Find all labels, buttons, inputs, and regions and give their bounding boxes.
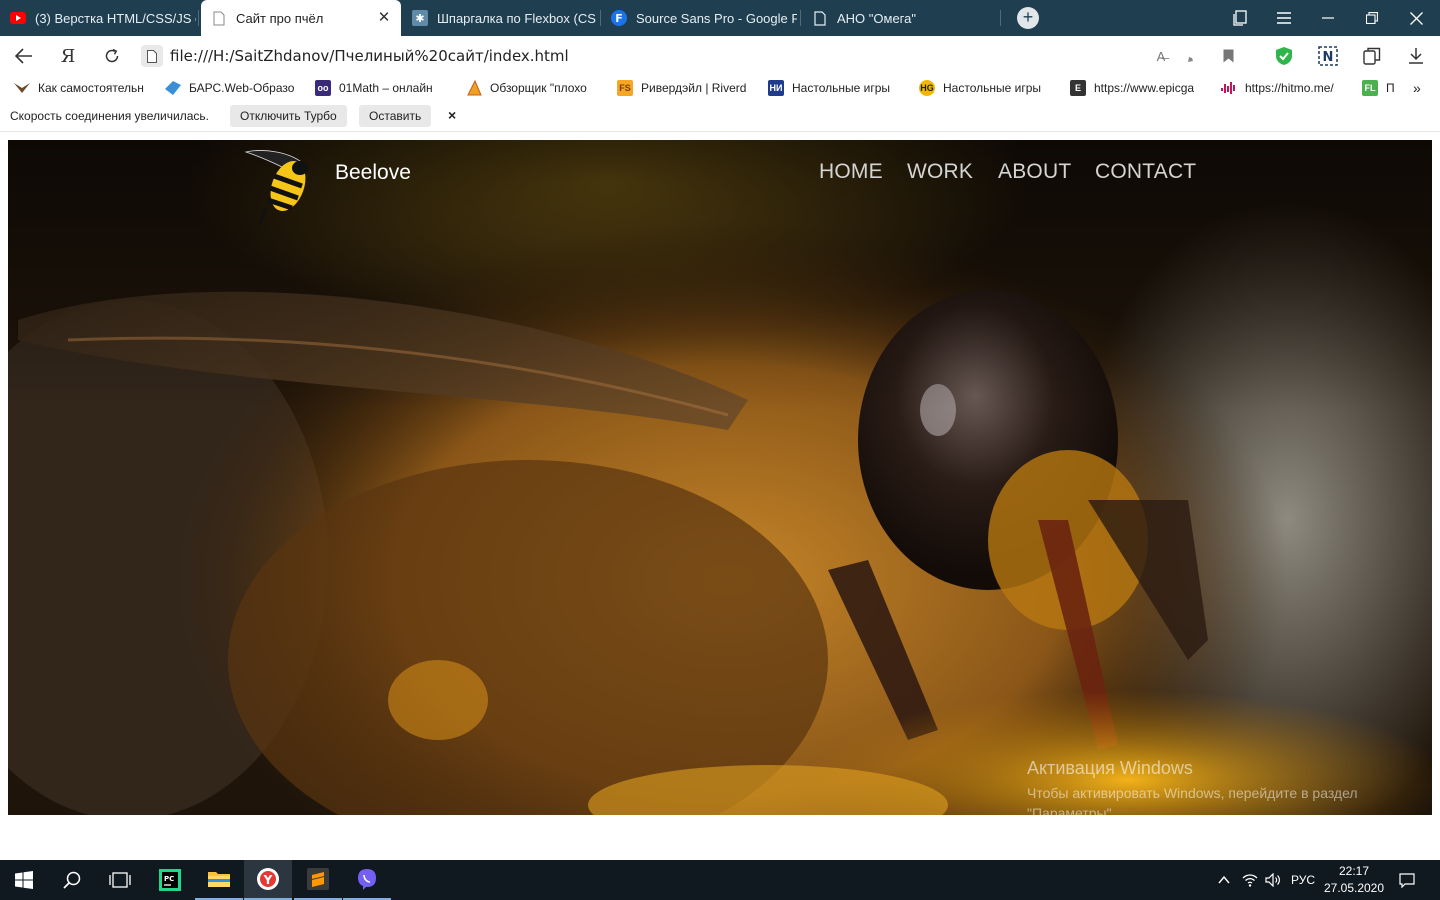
- clock-time: 22:17: [1338, 864, 1370, 878]
- file-explorer-icon[interactable]: [195, 860, 243, 900]
- collections-icon[interactable]: [1360, 44, 1384, 68]
- site-brand[interactable]: Beelove: [335, 161, 411, 185]
- bookmark-item[interactable]: НИ Настольные игры: [768, 79, 902, 97]
- svg-text:F: F: [615, 12, 623, 25]
- fl-icon: FL: [1362, 80, 1378, 96]
- nav-about[interactable]: ABOUT: [998, 160, 1071, 184]
- hero-section: Beelove HOME WORK ABOUT CONTACT: [8, 140, 1432, 815]
- new-tab-button[interactable]: +: [1017, 7, 1039, 29]
- activation-watermark-text: Чтобы активировать Windows, перейдите в …: [1027, 785, 1358, 821]
- more-bookmarks-icon[interactable]: »: [1413, 79, 1429, 97]
- nav-work[interactable]: WORK: [907, 160, 973, 184]
- system-clock[interactable]: 22:17 27.05.2020: [1320, 863, 1388, 897]
- bird-icon: [14, 80, 30, 96]
- tab-omega[interactable]: АНО "Омега": [802, 0, 998, 36]
- clock-date: 27.05.2020: [1323, 881, 1385, 895]
- bee-photo-background: [8, 140, 1432, 815]
- taskbar: PC Y РУС 22:17 27.05.2020: [0, 860, 1440, 900]
- tab-separator: [800, 10, 801, 26]
- page-icon: [812, 10, 828, 26]
- bookmark-item[interactable]: БАРС.Web-Образо: [165, 79, 299, 97]
- nav-home[interactable]: HOME: [819, 160, 883, 184]
- svg-text:PC: PC: [164, 875, 174, 883]
- volume-icon[interactable]: [1264, 860, 1282, 900]
- tab-strip: (3) Верстка HTML/CSS/JS с Сайт про пчёл …: [0, 0, 1440, 36]
- yandex-browser-icon[interactable]: Y: [244, 860, 292, 900]
- turbo-rocket-icon[interactable]: [1182, 44, 1206, 68]
- tab-title: Шпаргалка по Flexbox (CS: [437, 10, 596, 26]
- bookmark-item[interactable]: oo 01Math – онлайн: [315, 79, 449, 97]
- svg-text:N: N: [1323, 50, 1334, 65]
- notion-extension-icon[interactable]: N: [1316, 44, 1340, 68]
- tab-title: (3) Верстка HTML/CSS/JS с: [35, 10, 196, 26]
- bookmark-item[interactable]: E https://www.epicga: [1070, 79, 1204, 97]
- ng-icon: HG: [919, 80, 935, 96]
- activation-watermark-title: Активация Windows: [1027, 758, 1193, 778]
- bookmark-item[interactable]: Как самостоятельн: [14, 79, 148, 97]
- address-toolbar: Я file:///H:/SaitZhdanov/Пчелиный%20сайт…: [0, 36, 1440, 76]
- tab-title: АНО "Омега": [837, 10, 916, 26]
- bookmark-icon[interactable]: [1216, 44, 1240, 68]
- network-icon[interactable]: [1241, 860, 1259, 900]
- epic-icon: E: [1070, 80, 1086, 96]
- disable-turbo-button[interactable]: Отключить Турбо: [230, 105, 347, 127]
- owl-icon: oo: [315, 80, 331, 96]
- bee-logo-icon[interactable]: [244, 146, 320, 226]
- nav-contact[interactable]: CONTACT: [1095, 160, 1196, 184]
- tab-separator: [198, 10, 199, 26]
- wave-icon: [1221, 80, 1237, 96]
- shield-icon[interactable]: [1272, 44, 1296, 68]
- turbo-message: Скорость соединения увеличилась.: [10, 109, 209, 123]
- bookmark-item[interactable]: Обзорщик "плохо: [466, 79, 600, 97]
- restore-icon[interactable]: [1350, 0, 1394, 36]
- pizza-icon: [466, 80, 482, 96]
- close-tab-icon[interactable]: ✕: [375, 9, 393, 27]
- input-language[interactable]: РУС: [1291, 860, 1315, 900]
- tab-bees[interactable]: Сайт про пчёл ✕: [201, 0, 401, 36]
- google-fonts-icon: F: [611, 10, 627, 26]
- sublime-text-icon[interactable]: [294, 860, 342, 900]
- viber-icon[interactable]: [343, 860, 391, 900]
- yandex-logo-icon[interactable]: Я: [56, 44, 80, 68]
- close-notification-icon[interactable]: ×: [448, 107, 456, 123]
- back-arrow-icon[interactable]: [12, 44, 36, 68]
- tab-flexbox[interactable]: ✱ Шпаргалка по Flexbox (CS: [402, 0, 598, 36]
- tabs-list-icon[interactable]: [1218, 0, 1262, 36]
- download-icon[interactable]: [1404, 44, 1428, 68]
- fs-icon: FS: [617, 80, 633, 96]
- page-icon: [211, 10, 227, 26]
- bookmarks-bar: Как самостоятельн БАРС.Web-Образо oo 01M…: [0, 76, 1440, 100]
- tab-source-sans[interactable]: F Source Sans Pro - Google F: [601, 0, 797, 36]
- tab-youtube[interactable]: (3) Верстка HTML/CSS/JS с: [0, 0, 196, 36]
- close-window-icon[interactable]: [1394, 0, 1438, 36]
- tab-separator: [1000, 10, 1001, 26]
- habr-icon: ✱: [412, 10, 428, 26]
- page-info-icon[interactable]: [141, 45, 163, 67]
- tray-chevron-icon[interactable]: [1216, 860, 1232, 900]
- minimize-icon[interactable]: [1306, 0, 1350, 36]
- bookmark-item[interactable]: HG Настольные игры: [919, 79, 1053, 97]
- bookmark-item[interactable]: FL П: [1362, 79, 1402, 97]
- translate-icon[interactable]: A̶: [1149, 44, 1173, 68]
- turbo-notification-bar: Скорость соединения увеличилась. Отключи…: [0, 100, 1440, 132]
- ni-icon: НИ: [768, 80, 784, 96]
- task-view-icon[interactable]: [96, 860, 144, 900]
- bars-icon: [165, 80, 181, 96]
- svg-text:Y: Y: [263, 873, 273, 887]
- start-windows-icon[interactable]: [0, 860, 48, 900]
- reload-icon[interactable]: [100, 44, 124, 68]
- search-icon[interactable]: [48, 860, 96, 900]
- pycharm-icon[interactable]: PC: [146, 860, 194, 900]
- notifications-icon[interactable]: [1398, 860, 1416, 900]
- address-url[interactable]: file:///H:/SaitZhdanov/Пчелиный%20сайт/i…: [170, 47, 569, 65]
- tab-title: Source Sans Pro - Google F: [636, 10, 797, 26]
- tab-title: Сайт про пчёл: [236, 10, 324, 26]
- svg-text:✱: ✱: [415, 12, 424, 25]
- bookmark-item[interactable]: https://hitmo.me/: [1221, 79, 1355, 97]
- menu-icon[interactable]: [1262, 0, 1306, 36]
- bookmark-item[interactable]: FS Ривердэйл | Riverd: [617, 79, 751, 97]
- youtube-icon: [10, 10, 26, 26]
- keep-turbo-button[interactable]: Оставить: [359, 105, 432, 127]
